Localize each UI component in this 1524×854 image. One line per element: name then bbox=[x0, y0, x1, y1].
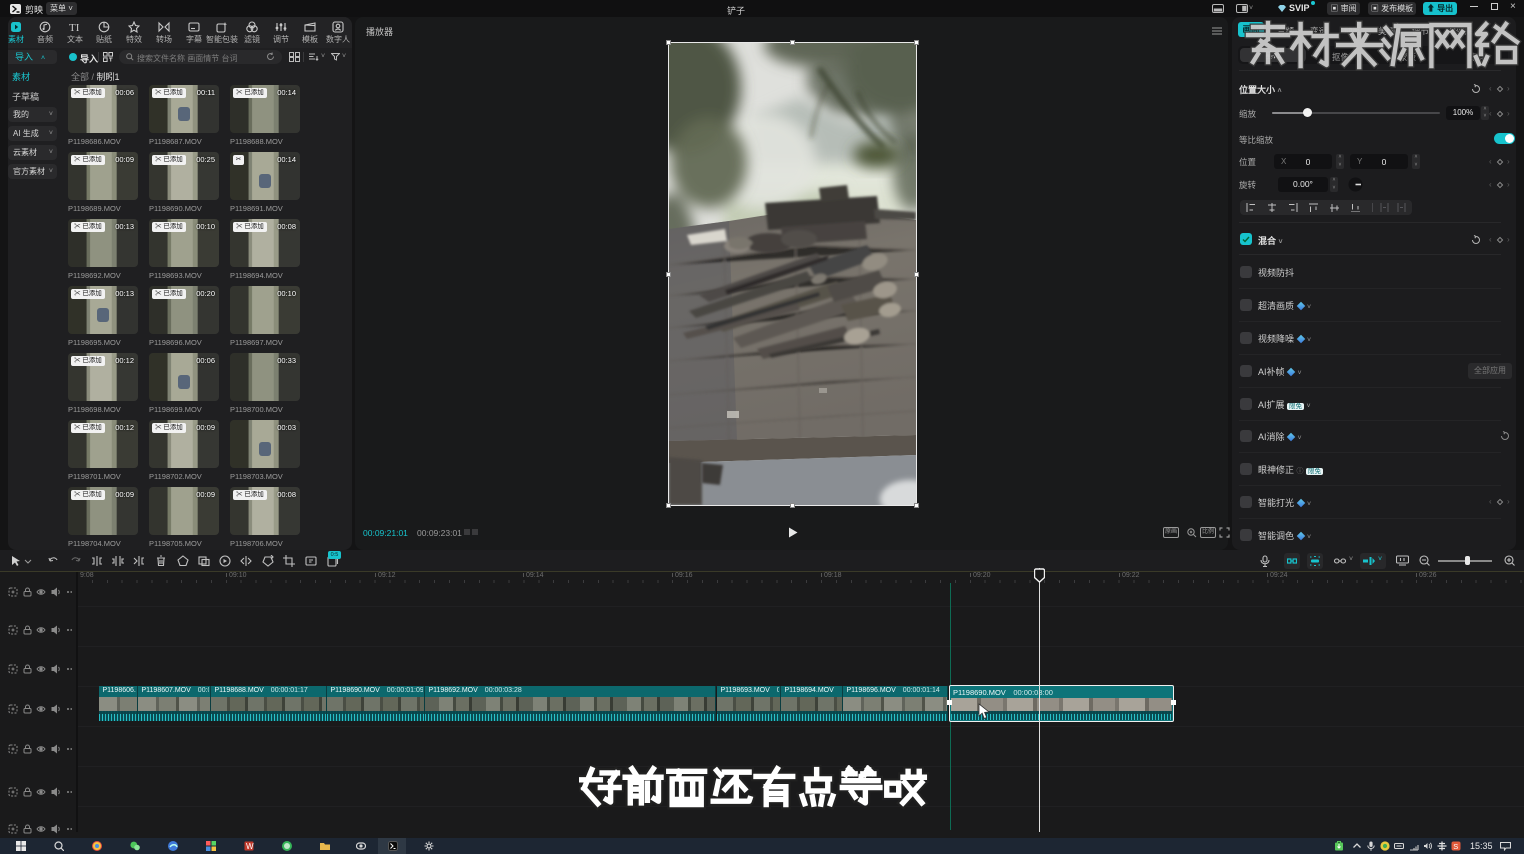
svg-text:W: W bbox=[246, 842, 254, 851]
svg-text:S: S bbox=[1453, 842, 1458, 851]
svg-text:TI: TI bbox=[69, 22, 80, 33]
